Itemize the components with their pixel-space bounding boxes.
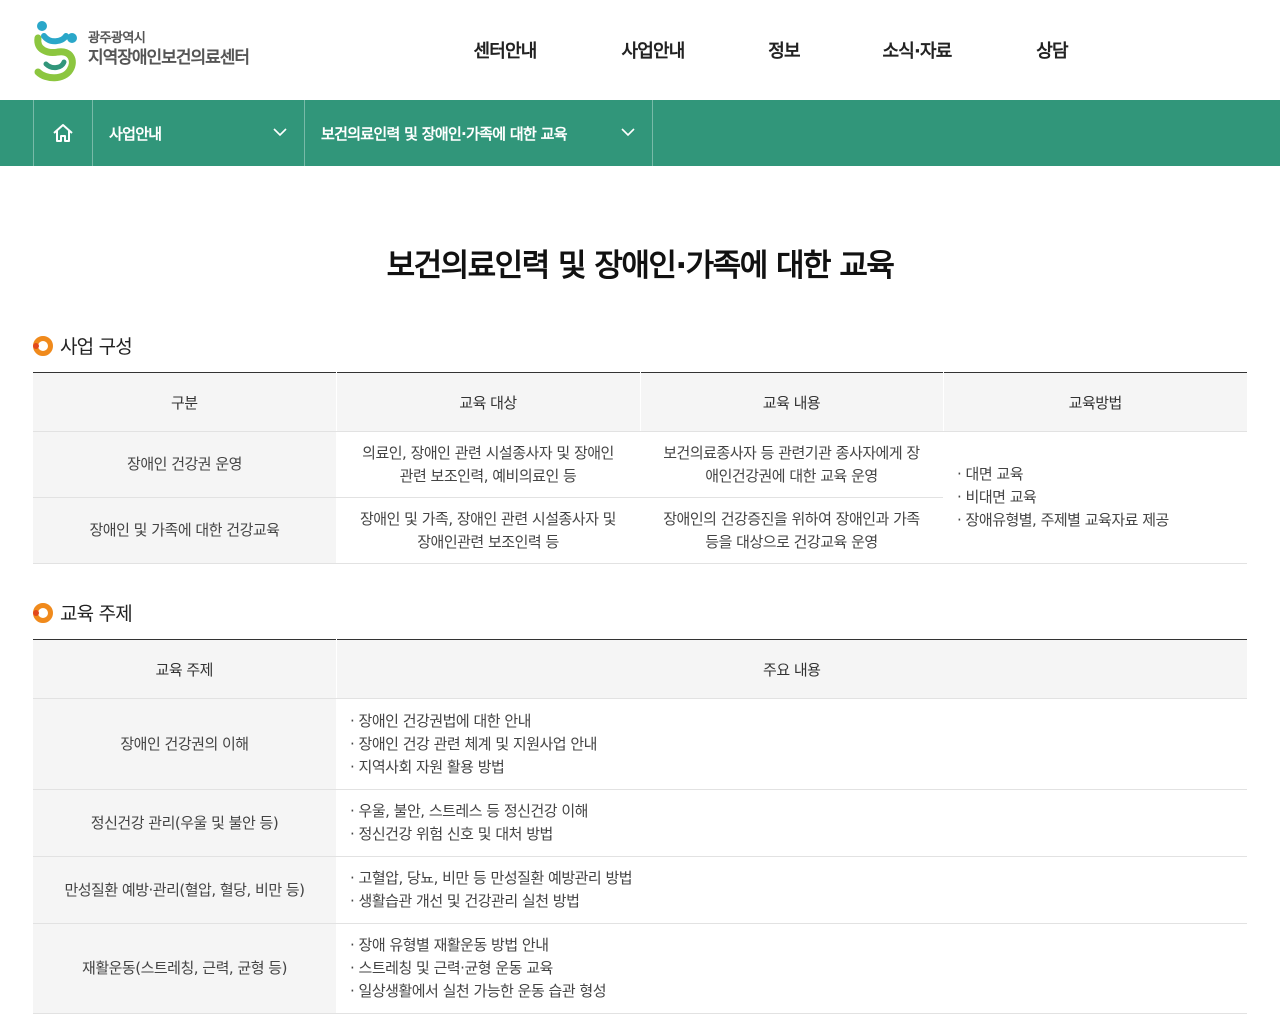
table-row: 장애인 건강권 운영 의료인, 장애인 관련 시설종사자 및 장애인 관련 보조…: [33, 431, 1247, 564]
table-row: 장애인 건강권의 이해 장애인 건강권법에 대한 안내 장애인 건강 관련 체계…: [33, 698, 1247, 790]
content-item: 우울, 불안, 스트레스 등 정신건강 이해: [350, 800, 1237, 823]
breadcrumb-dropdown-level2[interactable]: 보건의료인력 및 장애인·가족에 대한 교육: [305, 100, 653, 166]
column-header: 구분: [33, 372, 336, 432]
nav-item-business-info[interactable]: 사업안내: [580, 37, 726, 63]
content-item: 일상생활에서 실천 가능한 운동 습관 형성: [350, 980, 1237, 1003]
content-item: 지역사회 자원 활용 방법: [350, 756, 1237, 779]
method-item: 비대면 교육: [957, 486, 1237, 509]
table-header-row: 구분 교육 대상 교육 내용 교육방법: [33, 372, 1247, 432]
content-item: 스트레칭 및 근력·균형 운동 교육: [350, 957, 1237, 980]
business-structure-table: 구분 교육 대상 교육 내용 교육방법 장애인 건강권 운영 의료인, 장애인 …: [33, 372, 1247, 564]
column-header: 교육 내용: [639, 372, 943, 432]
topic-content-cell: 장애인 건강권법에 대한 안내 장애인 건강 관련 체계 및 지원사업 안내 지…: [336, 698, 1247, 790]
cell-line: 애인건강권에 대한 교육 운영: [705, 466, 878, 485]
nav-item-consultation[interactable]: 상담: [992, 37, 1112, 63]
content-item: 정신건강 위험 신호 및 대처 방법: [350, 823, 1237, 846]
section-heading-education-topics: 교육 주제: [33, 599, 133, 626]
content-item: 생활습관 개선 및 건강관리 실천 방법: [350, 890, 1237, 913]
section-bullet-icon: [33, 602, 53, 623]
cell-line: 장애인의 건강증진을 위하여 장애인과 가족: [663, 509, 920, 528]
topic-content-cell: 장애 유형별 재활운동 방법 안내 스트레칭 및 근력·균형 운동 교육 일상생…: [336, 923, 1247, 1014]
section-title: 사업 구성: [60, 336, 133, 358]
education-topics-table: 교육 주제 주요 내용 장애인 건강권의 이해 장애인 건강권법에 대한 안내 …: [33, 639, 1247, 1014]
section-heading-business-structure: 사업 구성: [33, 332, 133, 359]
column-header: 주요 내용: [335, 639, 1247, 699]
chevron-down-icon: [621, 128, 635, 137]
cell-line: 의료인, 장애인 관련 시설종사자 및 장애인: [362, 443, 614, 462]
row-category: 장애인 및 가족에 대한 건강교육: [33, 497, 336, 564]
main-navigation: 센터안내 사업안내 정보 소식·자료 상담: [430, 0, 1112, 100]
chevron-down-icon: [273, 128, 287, 137]
row-content: 보건의료종사자 등 관련기관 종사자에게 장 애인건강권에 대한 교육 운영: [640, 431, 943, 498]
table-row: 재활운동(스트레칭, 근력, 균형 등) 장애 유형별 재활운동 방법 안내 스…: [33, 923, 1247, 1014]
cell-line: 관련 보조인력, 예비의료인 등: [399, 466, 577, 485]
topic-content-cell: 고혈압, 당뇨, 비만 등 만성질환 예방관리 방법 생활습관 개선 및 건강관…: [336, 856, 1247, 924]
breadcrumb-level1-label: 사업안내: [109, 124, 162, 143]
table-header-row: 교육 주제 주요 내용: [33, 639, 1247, 699]
breadcrumb-dropdown-level1[interactable]: 사업안내: [93, 100, 305, 166]
table-row: 정신건강 관리(우울 및 불안 등) 우울, 불안, 스트레스 등 정신건강 이…: [33, 789, 1247, 857]
table-row: 만성질환 예방·관리(혈압, 혈당, 비만 등) 고혈압, 당뇨, 비만 등 만…: [33, 856, 1247, 924]
nav-item-information[interactable]: 정보: [726, 37, 842, 63]
content-item: 장애인 건강권법에 대한 안내: [350, 710, 1237, 733]
logo-subtitle: 광주광역시: [88, 30, 146, 46]
site-header: 광주광역시 지역장애인보건의료센터 센터안내 사업안내 정보 소식·자료 상담: [0, 0, 1280, 100]
topic-cell: 만성질환 예방·관리(혈압, 혈당, 비만 등): [33, 856, 336, 924]
nav-item-news-resources[interactable]: 소식·자료: [842, 37, 992, 63]
logo-title: 지역장애인보건의료센터: [88, 47, 250, 68]
section-title: 교육 주제: [60, 603, 133, 625]
cell-line: 보건의료종사자 등 관련기관 종사자에게 장: [663, 443, 920, 462]
cell-line: 장애인관련 보조인력 등: [417, 532, 559, 551]
home-icon: [53, 124, 73, 142]
content-item: 고혈압, 당뇨, 비만 등 만성질환 예방관리 방법: [350, 867, 1237, 890]
column-header: 교육방법: [942, 372, 1247, 432]
home-button[interactable]: [33, 100, 93, 166]
location-bar: 사업안내 보건의료인력 및 장애인·가족에 대한 교육: [0, 100, 1280, 166]
row-content: 장애인의 건강증진을 위하여 장애인과 가족 등을 대상으로 건강교육 운영: [640, 497, 943, 564]
cell-line: 장애인 및 가족, 장애인 관련 시설종사자 및: [360, 509, 616, 528]
content-item: 장애인 건강 관련 체계 및 지원사업 안내: [350, 733, 1237, 756]
topic-content-cell: 우울, 불안, 스트레스 등 정신건강 이해 정신건강 위험 신호 및 대처 방…: [336, 789, 1247, 857]
site-logo[interactable]: 광주광역시 지역장애인보건의료센터: [32, 18, 250, 82]
row-target: 의료인, 장애인 관련 시설종사자 및 장애인 관련 보조인력, 예비의료인 등: [336, 431, 640, 498]
topic-cell: 재활운동(스트레칭, 근력, 균형 등): [33, 923, 336, 1014]
column-header: 교육 대상: [335, 372, 640, 432]
row-category: 장애인 건강권 운영: [33, 431, 336, 498]
page-title: 보건의료인력 및 장애인·가족에 대한 교육: [386, 248, 895, 284]
breadcrumb-level2-label: 보건의료인력 및 장애인·가족에 대한 교육: [321, 124, 567, 143]
logo-mark-icon: [32, 18, 82, 82]
section-bullet-icon: [33, 335, 53, 356]
topic-cell: 장애인 건강권의 이해: [33, 698, 336, 790]
method-item: 대면 교육: [957, 463, 1237, 486]
topic-cell: 정신건강 관리(우울 및 불안 등): [33, 789, 336, 857]
method-item: 장애유형별, 주제별 교육자료 제공: [957, 509, 1237, 532]
content-item: 장애 유형별 재활운동 방법 안내: [350, 934, 1237, 957]
cell-line: 등을 대상으로 건강교육 운영: [705, 532, 878, 551]
row-target: 장애인 및 가족, 장애인 관련 시설종사자 및 장애인관련 보조인력 등: [336, 497, 640, 564]
nav-item-center-info[interactable]: 센터안내: [430, 37, 580, 63]
column-header: 교육 주제: [33, 639, 336, 699]
education-methods-cell: 대면 교육 비대면 교육 장애유형별, 주제별 교육자료 제공: [943, 431, 1247, 564]
